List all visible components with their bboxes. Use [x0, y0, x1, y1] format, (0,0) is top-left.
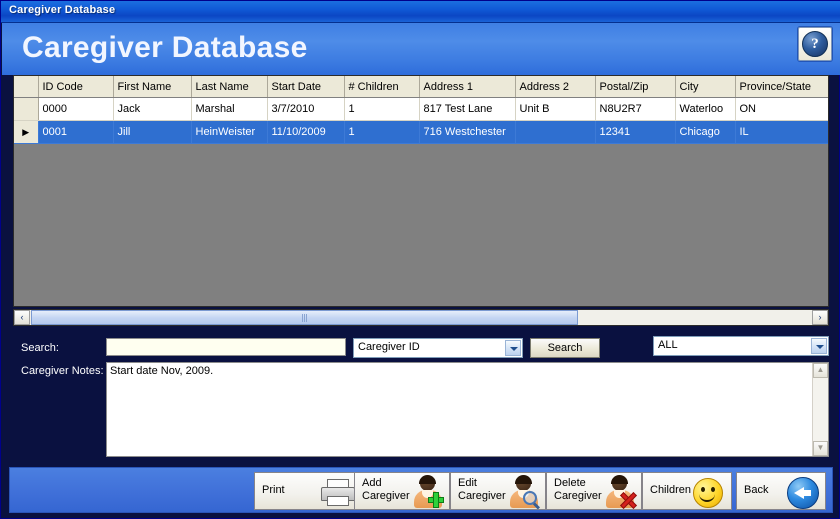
column-header-postal-zip[interactable]: Postal/Zip [595, 76, 676, 98]
grid-horizontal-scrollbar[interactable]: ‹ › [13, 309, 829, 326]
cell-province-state[interactable]: ON [735, 97, 828, 121]
search-field-dropdown[interactable]: Caregiver ID [353, 338, 523, 358]
column-header-num-children[interactable]: # Children [344, 76, 420, 98]
add-caregiver-button[interactable]: Add Caregiver [354, 472, 450, 510]
column-header-address-1[interactable]: Address 1 [419, 76, 516, 98]
cell-first-name[interactable]: Jill [113, 120, 192, 144]
scroll-down-icon[interactable]: ▼ [813, 441, 828, 456]
edit-caregiver-button-label: Edit Caregiver [458, 477, 506, 502]
cell-first-name[interactable]: Jack [113, 97, 192, 121]
cell-postal-zip[interactable]: N8U2R7 [595, 97, 676, 121]
cell-province-state[interactable]: IL [735, 120, 828, 144]
row-selector-cell[interactable]: ▶ [14, 120, 39, 144]
column-header-start-date[interactable]: Start Date [267, 76, 345, 98]
edit-caregiver-button[interactable]: Edit Caregiver [450, 472, 546, 510]
help-button[interactable]: ? [798, 27, 832, 61]
column-header-id-code[interactable]: ID Code [38, 76, 114, 98]
caregiver-notes-textarea[interactable] [107, 363, 813, 456]
column-header-province-state[interactable]: Province/State [735, 76, 828, 98]
caregiver-data-grid[interactable]: ID Code First Name Last Name Start Date … [13, 75, 829, 307]
printer-icon [320, 479, 355, 506]
window-title: Caregiver Database [9, 4, 116, 16]
scroll-up-icon[interactable]: ▲ [813, 363, 828, 378]
column-header-city[interactable]: City [675, 76, 736, 98]
delete-person-icon [605, 475, 637, 509]
cell-num-children[interactable]: 1 [344, 120, 420, 144]
column-header-address-2[interactable]: Address 2 [515, 76, 596, 98]
add-person-icon [413, 475, 444, 508]
smiley-icon [693, 478, 723, 508]
scroll-right-icon[interactable]: › [812, 310, 828, 325]
cell-address-1[interactable]: 716 Westchester [419, 120, 516, 144]
cell-last-name[interactable]: HeinWeister [191, 120, 268, 144]
add-caregiver-button-label: Add Caregiver [362, 477, 410, 502]
back-button-label: Back [744, 484, 769, 496]
column-header-first-name[interactable]: First Name [113, 76, 192, 98]
cell-city[interactable]: Chicago [675, 120, 736, 144]
edit-person-icon [509, 475, 541, 510]
back-arrow-icon [787, 477, 819, 509]
caregiver-database-window: Caregiver Database Caregiver Database ? … [0, 0, 840, 519]
print-button[interactable]: Print [254, 472, 359, 510]
notes-vertical-scrollbar[interactable]: ▲ ▼ [812, 363, 828, 456]
children-button[interactable]: Children [642, 472, 732, 510]
table-header-row: ID Code First Name Last Name Start Date … [14, 76, 828, 98]
cell-city[interactable]: Waterloo [675, 97, 736, 121]
help-glyph: ? [811, 36, 819, 52]
caregiver-table: ID Code First Name Last Name Start Date … [14, 76, 828, 144]
search-button[interactable]: Search [530, 338, 600, 358]
delete-caregiver-button-label: Delete Caregiver [554, 477, 602, 502]
cell-id-code[interactable]: 0001 [38, 120, 114, 144]
cell-address-2[interactable]: Unit B [515, 97, 596, 121]
chevron-down-icon[interactable] [811, 338, 827, 354]
scrollbar-grip [301, 314, 308, 322]
print-button-label: Print [262, 484, 285, 496]
cell-start-date[interactable]: 11/10/2009 [267, 120, 345, 144]
column-header-last-name[interactable]: Last Name [191, 76, 268, 98]
cell-postal-zip[interactable]: 12341 [595, 120, 676, 144]
row-marker: ▶ [22, 127, 30, 137]
search-label: Search: [21, 342, 59, 354]
search-input[interactable] [106, 338, 346, 356]
children-button-label: Children [650, 484, 691, 496]
window-titlebar: Caregiver Database [1, 1, 840, 23]
cell-last-name[interactable]: Marshal [191, 97, 268, 121]
cell-num-children[interactable]: 1 [344, 97, 420, 121]
delete-caregiver-button[interactable]: Delete Caregiver [546, 472, 642, 510]
scrollbar-thumb[interactable] [31, 310, 578, 325]
row-selector-cell[interactable] [14, 97, 39, 121]
cell-address-2[interactable] [515, 120, 596, 144]
page-header: Caregiver Database ? [2, 23, 840, 75]
caregiver-notes-label: Caregiver Notes: [21, 365, 104, 377]
cell-start-date[interactable]: 3/7/2010 [267, 97, 345, 121]
cell-id-code[interactable]: 0000 [38, 97, 114, 121]
filter-value: ALL [658, 339, 678, 351]
filter-dropdown[interactable]: ALL [653, 336, 829, 356]
scroll-left-icon[interactable]: ‹ [14, 310, 30, 325]
table-row[interactable]: ▶ 0001 Jill HeinWeister 11/10/2009 1 716… [14, 120, 828, 144]
chevron-down-icon[interactable] [505, 340, 521, 356]
cell-address-1[interactable]: 817 Test Lane [419, 97, 516, 121]
column-header-row-selector[interactable] [14, 76, 39, 98]
table-row[interactable]: 0000 Jack Marshal 3/7/2010 1 817 Test La… [14, 97, 828, 121]
question-mark-icon: ? [802, 31, 828, 57]
back-button[interactable]: Back [736, 472, 826, 510]
caregiver-notes-container: ▲ ▼ [106, 362, 829, 457]
search-field-value: Caregiver ID [358, 341, 420, 353]
footer-button-bar: Print Add Caregiver Edit Caregiver Delet… [9, 467, 833, 513]
page-title: Caregiver Database [22, 31, 308, 64]
